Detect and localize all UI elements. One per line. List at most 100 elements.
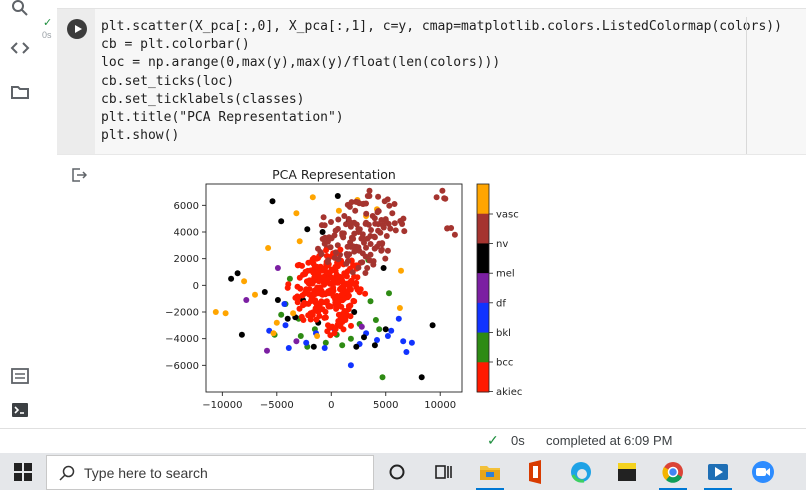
- colorbar-label: bkl: [496, 328, 511, 339]
- scatter-point-bcc: [286, 275, 293, 282]
- scatter-point-nv: [439, 187, 446, 194]
- scatter-point-bkl: [403, 349, 410, 355]
- colorbar-label: vasc: [496, 210, 519, 221]
- output-actions-icon[interactable]: [71, 167, 87, 183]
- scatter-point-mel: [429, 322, 436, 329]
- colorbar-label: bcc: [496, 358, 513, 369]
- scatter-point-akiec: [309, 258, 315, 265]
- scatter-point-mel: [380, 265, 387, 271]
- scatter-point-akiec: [338, 291, 345, 298]
- windows-start-icon[interactable]: [14, 463, 32, 481]
- scatter-point-akiec: [343, 311, 350, 318]
- scatter-point-akiec: [362, 290, 369, 297]
- scatter-point-akiec: [337, 323, 344, 330]
- scatter-point-nv: [386, 202, 393, 209]
- scatter-point-nv: [383, 233, 390, 239]
- scatter-point-nv: [380, 222, 386, 229]
- x-tick-label: 0: [328, 400, 334, 411]
- scatter-point-nv: [444, 225, 451, 232]
- scatter-point-bkl: [321, 345, 328, 351]
- y-tick-label: 6000: [174, 201, 199, 212]
- y-tick-label: 4000: [174, 228, 199, 239]
- scatter-point-nv: [328, 235, 335, 242]
- scatter-point-akiec: [330, 284, 337, 291]
- code-line: loc = np.arange(0,max(y),max(y)/float(le…: [101, 55, 501, 71]
- code-line: cb.set_ticks(loc): [101, 73, 235, 89]
- scatter-point-mel: [334, 193, 341, 199]
- scatter-point-nv: [355, 264, 362, 271]
- cell-gutter: [57, 9, 95, 155]
- exec-check-icon: ✓: [43, 17, 53, 29]
- scatter-point-nv: [391, 201, 398, 207]
- colorbar-segment: [477, 243, 489, 274]
- scatter-point-mel: [238, 331, 245, 338]
- scatter-point-bcc: [278, 311, 285, 318]
- scatter-point-nv: [371, 245, 378, 252]
- check-icon: ✓: [487, 432, 499, 448]
- scatter-point-df: [243, 297, 250, 303]
- scatter-point-akiec: [297, 285, 304, 292]
- zoom-icon[interactable]: [748, 457, 778, 487]
- colorbar-segment: [477, 362, 489, 393]
- scatter-point-nv: [382, 255, 389, 262]
- task-view-icon[interactable]: [428, 457, 458, 487]
- scatter-point-bkl: [285, 345, 292, 351]
- scatter-point-mel: [284, 315, 291, 322]
- scatter-point-mel: [278, 218, 285, 225]
- scatter-point-akiec: [298, 313, 305, 320]
- plot-title: PCA Representation: [272, 167, 396, 182]
- scatter-point-nv: [363, 210, 370, 217]
- code-line: plt.show(): [101, 128, 180, 144]
- code-cell[interactable]: plt.scatter(X_pca[:,0], X_pca[:,1], c=y,…: [57, 8, 806, 163]
- search-placeholder: Type here to search: [84, 465, 208, 481]
- x-tick-label: 5000: [373, 400, 398, 411]
- scatter-point-nv: [359, 231, 366, 238]
- scatter-point-nv: [328, 219, 334, 225]
- colorbar-label: akiec: [496, 387, 522, 398]
- command-palette-icon[interactable]: [10, 366, 30, 386]
- folder-icon[interactable]: [10, 82, 30, 102]
- chrome-icon[interactable]: [658, 457, 688, 487]
- scatter-point-nv: [384, 196, 391, 203]
- scatter-point-akiec: [325, 303, 332, 310]
- scatter-point-nv: [343, 221, 349, 228]
- scatter-point-akiec: [296, 274, 303, 281]
- status-bar: ✓ 0s completed at 6:09 PM: [0, 428, 806, 452]
- scatter-point-bcc: [372, 317, 379, 323]
- scatter-point-nv: [345, 216, 352, 222]
- search-icon[interactable]: [10, 0, 30, 20]
- cortana-icon[interactable]: [382, 457, 412, 487]
- video-editor-icon[interactable]: [703, 457, 733, 487]
- sticky-notes-icon[interactable]: [612, 457, 642, 487]
- scatter-point-nv: [339, 232, 346, 239]
- scatter-point-bcc: [339, 342, 346, 349]
- scatter-point-vasc: [335, 207, 342, 214]
- run-cell-button[interactable]: [67, 19, 87, 39]
- scatter-point-akiec: [343, 273, 350, 280]
- scatter-point-akiec: [348, 277, 355, 284]
- colorbar-label: mel: [496, 269, 515, 280]
- taskbar-search-box[interactable]: Type here to search: [46, 455, 374, 490]
- scatter-point-nv: [364, 235, 371, 242]
- file-explorer-icon[interactable]: [475, 457, 505, 487]
- y-tick-label: −6000: [165, 361, 199, 372]
- scatter-point-nv: [391, 220, 398, 227]
- scatter-point-nv: [318, 251, 325, 258]
- exec-time: 0s: [42, 30, 52, 40]
- office-icon[interactable]: [520, 457, 550, 487]
- status-message[interactable]: completed at 6:09 PM: [546, 433, 672, 448]
- scatter-point-nv: [392, 227, 399, 234]
- scatter-point-nv: [374, 209, 381, 216]
- scatter-point-nv: [366, 257, 373, 264]
- code-editor[interactable]: plt.scatter(X_pca[:,0], X_pca[:,1], c=y,…: [101, 18, 782, 145]
- scatter-point-akiec: [333, 305, 340, 312]
- terminal-icon[interactable]: [10, 400, 30, 420]
- scatter-point-mel: [418, 374, 425, 381]
- scatter-point-nv: [325, 257, 332, 264]
- scatter-point-akiec: [335, 299, 342, 306]
- code-snippets-icon[interactable]: [10, 38, 30, 58]
- scatter-point-nv: [442, 195, 449, 202]
- edge-icon[interactable]: [566, 457, 596, 487]
- scatter-point-bcc: [379, 374, 386, 381]
- scatter-point-mel: [274, 297, 281, 303]
